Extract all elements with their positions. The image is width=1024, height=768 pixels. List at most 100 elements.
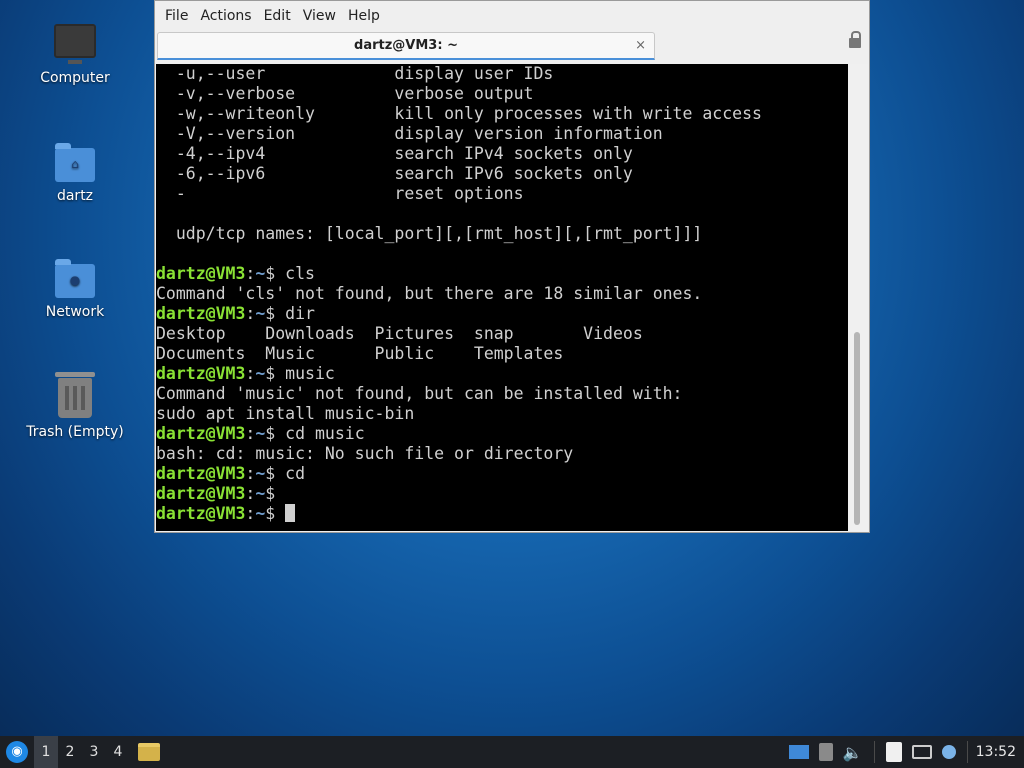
tray-separator [966,741,968,763]
update-notifier-icon[interactable] [941,745,956,759]
system-tray: 🔈 13:52 [784,736,1024,768]
prompt-path: ~ [255,484,266,503]
desktop-icon-computer[interactable]: Computer [20,24,130,86]
menu-edit[interactable]: Edit [258,8,297,24]
prompt-user-host: dartz@VM3 [156,484,246,503]
prompt-colon: : [245,484,256,503]
prompt-colon: : [245,504,256,523]
trash-icon [55,372,95,418]
terminal-line: -v,--verbose verbose output [156,84,534,103]
workspace-2[interactable]: 2 [58,736,82,768]
lock-icon[interactable] [849,31,861,48]
command-text: music [275,364,335,383]
scrollbar-thumb[interactable] [854,332,860,525]
clipboard-icon[interactable] [885,742,902,762]
desktop-icon-trash[interactable]: Trash (Empty) [20,372,130,440]
terminal-line: dartz@VM3:~$ [156,504,849,524]
prompt-user-host: dartz@VM3 [156,464,246,483]
prompt-colon: : [245,464,256,483]
prompt-symbol: $ [265,364,276,383]
terminal-output[interactable]: -u,--user display user IDs -v,--verbose … [156,64,849,531]
prompt-colon: : [245,304,256,323]
terminal-line: -u,--user display user IDs [156,64,554,83]
prompt-user-host: dartz@VM3 [156,424,246,443]
taskbar: ◉ 1 2 3 4 🔈 13:52 [0,736,1024,768]
prompt-path: ~ [255,364,266,383]
close-tab-icon[interactable]: × [635,33,646,59]
prompt-symbol: $ [265,424,276,443]
terminal-line: dartz@VM3:~$ dir [156,304,849,324]
desktop-icon-home[interactable]: ⌂ dartz [20,143,130,204]
menu-bar: File Actions Edit View Help [155,1,869,30]
tray-separator [873,741,875,763]
desktop-icon-label: Trash (Empty) [26,424,124,440]
terminal-window[interactable]: File Actions Edit View Help dartz@VM3: ~… [154,0,870,533]
workspace-1[interactable]: 1 [34,736,58,768]
desktop-icon-network[interactable]: ● Network [20,259,130,320]
menu-actions[interactable]: Actions [194,8,257,24]
scrollbar[interactable] [848,64,868,531]
network-icon[interactable] [911,745,932,759]
prompt-user-host: dartz@VM3 [156,264,246,283]
command-text: dir [275,304,315,323]
terminal-line: dartz@VM3:~$ cd music [156,424,849,444]
tab-title: dartz@VM3: ~ [354,38,458,53]
prompt-path: ~ [255,424,266,443]
clock[interactable]: 13:52 [974,744,1024,760]
text-cursor [285,504,296,522]
prompt-path: ~ [255,504,266,523]
prompt-colon: : [245,424,256,443]
terminal-line: - reset options [156,184,524,203]
command-text: cd music [275,424,365,443]
command-text: cd [275,464,306,483]
command-text: cls [275,264,315,283]
file-manager-icon[interactable] [138,743,160,761]
tab-bar: dartz@VM3: ~ × [155,30,869,63]
desktop-icon-label: Computer [40,70,110,86]
prompt-symbol: $ [265,484,276,503]
terminal-line: Command 'music' not found, but can be in… [156,384,683,403]
prompt-symbol: $ [265,264,276,283]
terminal-line: dartz@VM3:~$ cd [156,464,849,484]
prompt-user-host: dartz@VM3 [156,304,246,323]
home-folder-icon: ⌂ [55,143,95,182]
workspace-4[interactable]: 4 [106,736,130,768]
terminal-line: sudo apt install music-bin [156,404,415,423]
prompt-colon: : [245,264,256,283]
menu-file[interactable]: File [159,8,194,24]
network-folder-icon: ● [55,259,95,298]
lubuntu-logo-icon: ◉ [6,741,28,763]
prompt-symbol: $ [265,464,276,483]
terminal-line: -V,--version display version information [156,124,663,143]
terminal-line: -4,--ipv4 search IPv4 sockets only [156,144,633,163]
workspace-3[interactable]: 3 [82,736,106,768]
show-desktop-icon[interactable] [788,745,809,759]
terminal-line: dartz@VM3:~$ music [156,364,849,384]
terminal-line: -6,--ipv6 search IPv6 sockets only [156,164,633,183]
menu-view[interactable]: View [297,8,342,24]
menu-help[interactable]: Help [342,8,386,24]
prompt-colon: : [245,364,256,383]
desktop-icon-label: Network [45,304,105,320]
terminal-line: bash: cd: music: No such file or directo… [156,444,574,463]
terminal-line: Documents Music Public Templates [156,344,564,363]
terminal-line: Desktop Downloads Pictures snap Videos [156,324,643,343]
terminal-line: -w,--writeonly kill only processes with … [156,104,762,123]
removable-media-icon[interactable] [818,743,833,761]
desktop-icon-label: dartz [56,188,94,204]
prompt-path: ~ [255,464,266,483]
terminal-line: dartz@VM3:~$ cls [156,264,849,284]
start-menu-button[interactable]: ◉ [0,736,34,768]
prompt-symbol: $ [265,504,276,523]
volume-icon[interactable]: 🔈 [843,743,863,762]
terminal-line: dartz@VM3:~$ [156,484,849,504]
command-text [275,504,285,523]
prompt-path: ~ [255,264,266,283]
computer-icon [54,24,96,64]
prompt-user-host: dartz@VM3 [156,504,246,523]
prompt-user-host: dartz@VM3 [156,364,246,383]
terminal-tab[interactable]: dartz@VM3: ~ × [157,32,655,60]
terminal-line: Command 'cls' not found, but there are 1… [156,284,703,303]
